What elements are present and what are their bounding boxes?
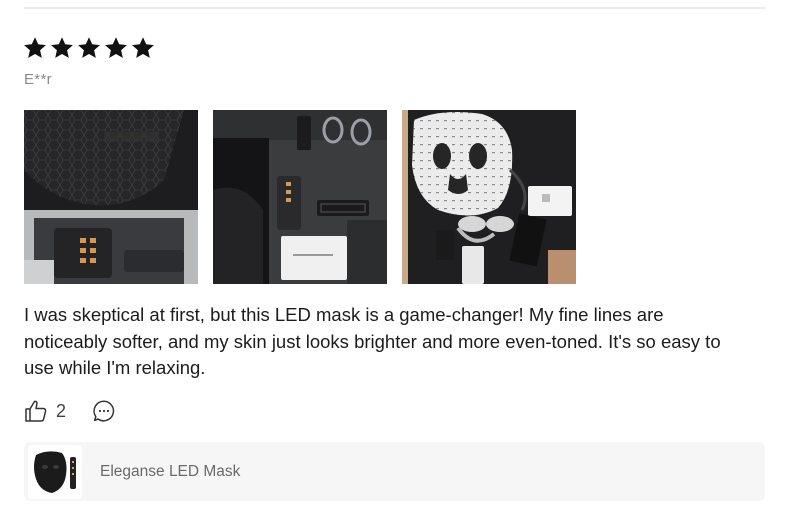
review-body: I was skeptical at first, but this LED m…	[24, 304, 721, 378]
star-rating	[23, 36, 155, 64]
thumbs-up-icon	[25, 400, 47, 422]
star-icon	[51, 37, 73, 58]
like-button[interactable]: 2	[24, 399, 66, 423]
star-icon	[24, 37, 46, 58]
comment-bubble-icon	[93, 400, 115, 422]
review-photo-1[interactable]	[24, 110, 198, 284]
review-photo-2[interactable]	[213, 110, 387, 284]
product-link[interactable]: Eleganse LED Mask	[24, 442, 765, 501]
review-photos	[24, 110, 576, 284]
like-count: 2	[56, 400, 67, 421]
review-actions: 2	[24, 398, 116, 424]
star-icon	[78, 37, 100, 58]
divider	[24, 7, 765, 9]
product-thumbnail	[28, 444, 82, 499]
review-card: E**r I was skeptical at first, but this …	[0, 0, 794, 518]
star-icon	[132, 37, 154, 58]
comment-button[interactable]	[92, 399, 116, 423]
star-icon	[105, 37, 127, 58]
product-name: Eleganse LED Mask	[100, 462, 241, 480]
review-photo-3[interactable]	[402, 110, 576, 284]
reviewer-name: E**r	[24, 71, 52, 88]
